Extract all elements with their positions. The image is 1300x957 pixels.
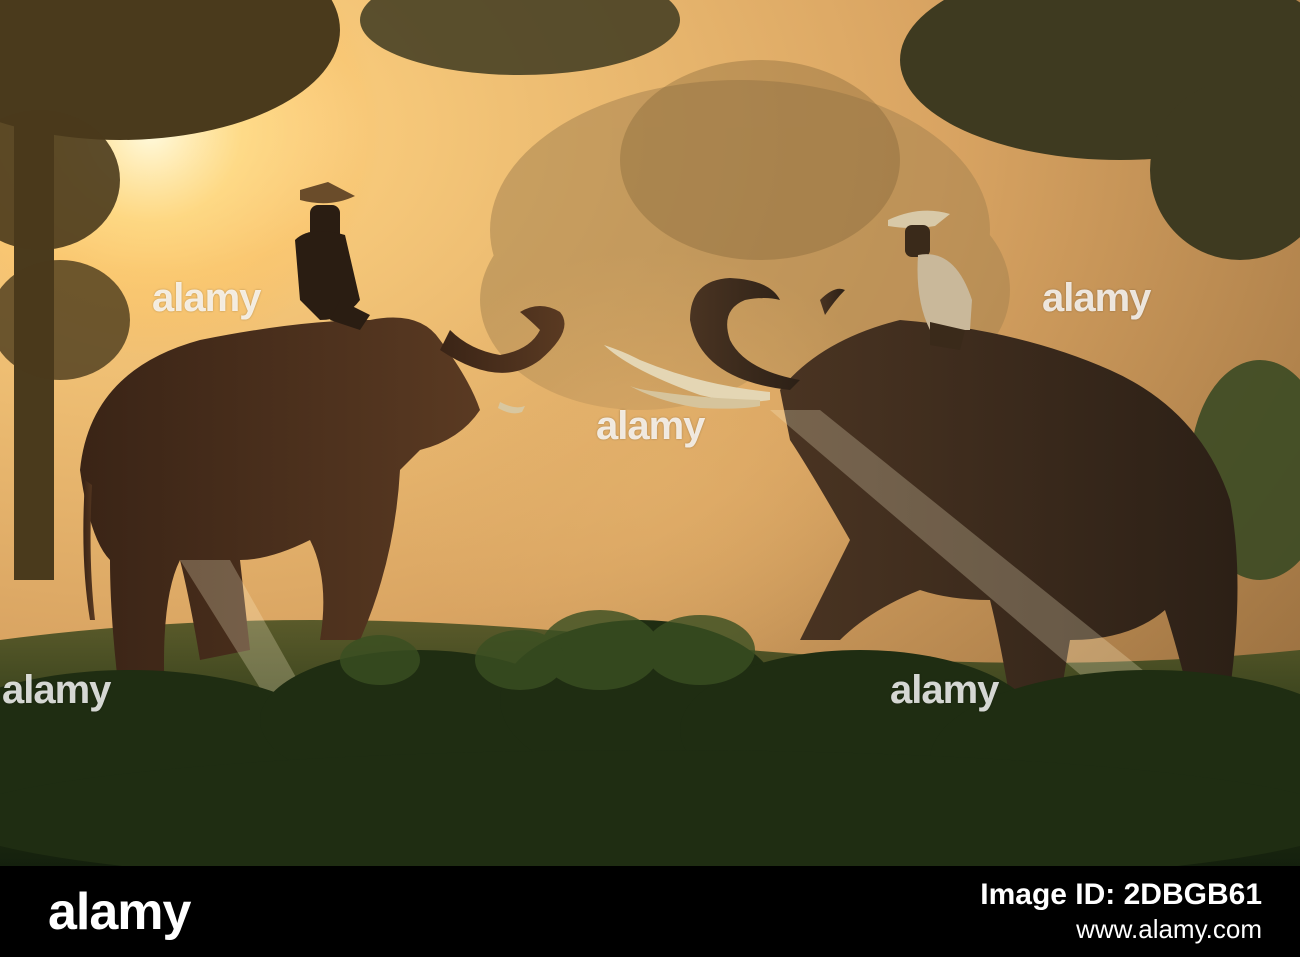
image-meta: Image ID: 2DBGB61 www.alamy.com	[980, 876, 1262, 945]
brand-logo: alamy	[48, 883, 191, 941]
page: alamy alamy alamy alamy alamy alamy Imag…	[0, 0, 1300, 957]
footer-bar: alamy Image ID: 2DBGB61 www.alamy.com	[0, 866, 1300, 957]
watermark-top-right: alamy	[1042, 276, 1151, 320]
watermark-bottom-right: alamy	[890, 668, 999, 712]
site-url: www.alamy.com	[1076, 914, 1262, 944]
photo: alamy alamy alamy alamy alamy	[0, 0, 1300, 866]
image-id: Image ID: 2DBGB61	[980, 878, 1262, 911]
watermark-top-left: alamy	[152, 276, 261, 320]
watermark-bottom-left: alamy	[2, 668, 111, 712]
watermark-center: alamy	[596, 404, 705, 448]
